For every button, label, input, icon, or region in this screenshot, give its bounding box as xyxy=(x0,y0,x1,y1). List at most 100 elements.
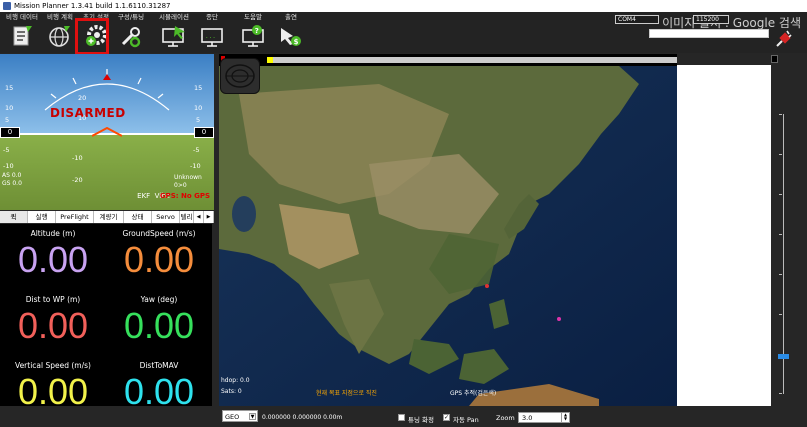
pitch-label: -20 xyxy=(72,176,83,184)
compass-icon xyxy=(225,64,255,88)
ekf-label: EKF xyxy=(137,192,151,200)
menu-help[interactable]: 도움말 ? xyxy=(236,12,270,53)
connect-plug-icon[interactable] xyxy=(773,28,795,50)
menu-donate[interactable]: 출연 $ xyxy=(274,12,308,53)
sats-text: Sats: 0 xyxy=(221,388,242,395)
slider-tick xyxy=(779,114,782,115)
zoom-input[interactable]: 3.0 ▲ ▼ xyxy=(518,412,570,423)
svg-text:$: $ xyxy=(294,38,299,46)
quick-label: GroundSpeed (m/s) xyxy=(122,229,196,238)
quick-cell-dist-to-wp[interactable]: Dist to WP (m) 0.00 xyxy=(0,290,106,356)
highlight-box xyxy=(75,18,109,55)
zoom-strip-cap xyxy=(771,55,778,63)
tab-scroll-right[interactable]: ▶ xyxy=(204,211,214,223)
quick-label: Altitude (m) xyxy=(30,229,76,238)
map-top-bar xyxy=(219,54,677,66)
slider-tick xyxy=(779,274,782,275)
mission-planner-window: Mission Planner 1.3.41 build 1.1.6110.31… xyxy=(0,0,807,427)
map-imagery xyxy=(219,54,677,406)
hdop-text: hdop: 0.0 xyxy=(221,377,250,384)
baud-rate-select[interactable]: 115200 xyxy=(693,15,729,24)
alt-tape-label: 15 xyxy=(194,84,203,92)
menu-flight-plan[interactable]: 비행 계획 xyxy=(40,12,80,53)
tuning-checkbox[interactable] xyxy=(398,414,405,421)
gps-status: GPS: No GPS xyxy=(159,192,210,200)
com-port-select[interactable]: COM4 xyxy=(615,15,659,24)
coord-system-select[interactable]: GEO ▼ xyxy=(222,410,258,422)
quick-value: 0.00 xyxy=(17,239,89,280)
slider-tick xyxy=(779,314,782,315)
zoom-slider-thumb[interactable] xyxy=(778,354,789,359)
connection-type-select[interactable] xyxy=(649,29,769,38)
map-side-panel xyxy=(677,65,776,406)
hud-display: DISARMED 20 10 -10 -20 15 10 5 0 -5 -10 … xyxy=(0,54,214,210)
alt-tape-label: 10 xyxy=(194,104,203,112)
coord-system-value: GEO xyxy=(225,413,240,421)
flight-plan-icon xyxy=(49,26,70,47)
altitude-readout: 0 xyxy=(194,127,214,138)
menu-simulation[interactable]: 시뮬레이션 xyxy=(149,12,199,53)
legend-current-target: 현재 목표 지점으로 직진 xyxy=(316,390,377,397)
app-logo-icon xyxy=(3,2,11,10)
slider-tick xyxy=(779,194,782,195)
zoom-strip xyxy=(771,54,807,406)
flight-mode-sub: 0>0 xyxy=(174,182,187,189)
donate-icon: $ xyxy=(281,28,301,46)
tab-status[interactable]: 상태 xyxy=(124,211,152,223)
main-toolbar: 비행 데이터 비행 계획 초기 설정 구성/튜닝 시뮬레이션 종단 ... 도움… xyxy=(0,12,807,55)
simulation-icon xyxy=(162,26,185,47)
quick-cell-yaw[interactable]: Yaw (deg) 0.00 xyxy=(106,290,212,356)
quick-cell-altitude[interactable]: Altitude (m) 0.00 xyxy=(0,224,106,290)
menu-config-tuning[interactable]: 구성/튜닝 xyxy=(111,12,151,53)
pitch-label: -10 xyxy=(72,154,83,162)
zoom-slider[interactable] xyxy=(778,114,789,394)
zoom-value: 3.0 xyxy=(522,414,533,422)
alt-tape-label: -5 xyxy=(193,146,200,154)
tab-actions[interactable]: 실행 xyxy=(28,211,56,223)
speed-tape-label: -10 xyxy=(3,162,14,170)
speed-tape-label: 15 xyxy=(5,84,14,92)
tab-preflight[interactable]: PreFlight xyxy=(56,211,94,223)
tab-gauges[interactable]: 계량기 xyxy=(94,211,124,223)
zoom-label: Zoom xyxy=(496,414,515,422)
airspeed-text: AS 0.0 xyxy=(2,172,22,179)
help-icon: ? xyxy=(242,25,264,47)
pitch-label: 10 xyxy=(78,114,87,122)
map-status-bar: GEO ▼ 0.000000 0.000000 0.00m 튜닝 화정 ✓ 자동… xyxy=(0,406,807,427)
tab-quick[interactable]: 퀵 xyxy=(0,211,28,223)
speed-tape-label: 5 xyxy=(5,116,10,124)
menu-flight-data[interactable]: 비행 데이터 xyxy=(2,12,42,53)
cursor-coordinates: 0.000000 0.000000 0.00m xyxy=(262,414,343,421)
autopan-label: 자동 Pan xyxy=(453,416,479,424)
flight-data-icon xyxy=(13,26,32,46)
tab-servo[interactable]: Servo xyxy=(152,211,180,223)
data-tabs: 퀵 실행 PreFlight 계량기 상태 Servo 텔리 ◀ ▶ xyxy=(0,211,214,223)
quick-cell-groundspeed[interactable]: GroundSpeed (m/s) 0.00 xyxy=(106,224,212,290)
quick-value: 0.00 xyxy=(123,239,195,280)
speed-readout: 0 xyxy=(0,127,20,138)
quick-label: Vertical Speed (m/s) xyxy=(15,361,91,370)
menu-terminal[interactable]: 종단 ... xyxy=(195,12,229,53)
autopan-checkbox[interactable]: ✓ xyxy=(443,414,450,421)
chevron-down-icon: ▼ xyxy=(249,413,256,420)
tuning-label: 튜닝 화정 xyxy=(408,416,434,424)
terminal-icon: ... xyxy=(201,28,223,47)
pitch-label: 20 xyxy=(78,94,87,102)
quick-label: DistToMAV xyxy=(139,361,179,370)
tab-scroll-left[interactable]: ◀ xyxy=(194,211,204,223)
aircraft-reference-chevron xyxy=(92,127,122,137)
tab-telemetry[interactable]: 텔리 xyxy=(180,211,194,223)
map-progress-fill xyxy=(267,57,273,63)
spin-arrows-icon[interactable]: ▲ ▼ xyxy=(561,413,569,422)
arm-status: DISARMED xyxy=(50,106,126,120)
alt-tape-label: 5 xyxy=(196,116,201,124)
speed-tape-label: 10 xyxy=(5,104,14,112)
svg-text:...: ... xyxy=(205,33,216,40)
slider-tick xyxy=(779,234,782,235)
slider-tick xyxy=(779,393,782,394)
alt-tape-label: -10 xyxy=(190,162,201,170)
quick-label: Dist to WP (m) xyxy=(25,295,81,304)
satellite-map[interactable]: hdop: 0.0 Sats: 0 현재 목표 지점으로 직진 GPS 추적(검… xyxy=(219,54,677,406)
quick-label: Yaw (deg) xyxy=(140,295,178,304)
quick-view-panel: Altitude (m) 0.00 GroundSpeed (m/s) 0.00… xyxy=(0,224,212,424)
